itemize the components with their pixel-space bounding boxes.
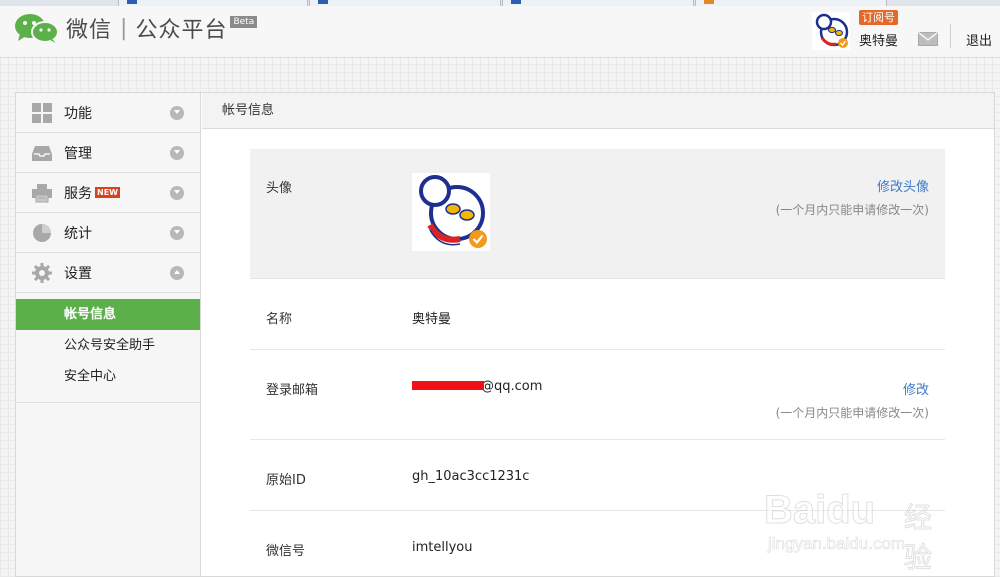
- sidebar-item-services[interactable]: 服务 NEW: [16, 173, 200, 213]
- sidebar-item-manage[interactable]: 管理: [16, 133, 200, 173]
- chevron-down-icon[interactable]: [170, 146, 184, 160]
- change-avatar-link[interactable]: 修改头像: [877, 180, 929, 195]
- wechat-id-row: 微信号 imtellyou: [250, 511, 945, 577]
- sidebar-item-label: 服务: [64, 185, 92, 202]
- chevron-down-icon[interactable]: [170, 186, 184, 200]
- name-label: 名称: [266, 312, 293, 327]
- redaction-mark: [412, 381, 484, 390]
- avatar-actions: 修改头像 (一个月内只能申请修改一次): [776, 176, 929, 218]
- sidebar-item-label: 设置: [64, 265, 92, 282]
- grid-icon: [32, 102, 52, 123]
- user-name[interactable]: 奥特曼: [859, 30, 898, 49]
- name-value: 奥特曼: [412, 312, 452, 327]
- avatar-label: 头像: [266, 181, 293, 196]
- content-panel: 帐号信息 头像 修改头像 (一个月内只能申请修改一次) 名称 奥特曼 登录邮箱 …: [202, 93, 994, 576]
- main-frame: 功能 管理 服务 NEW 统计 设置 帐号信息 公众号安全助手 安全中心 帐号信…: [15, 92, 995, 577]
- chevron-up-icon[interactable]: [170, 266, 184, 280]
- sidebar-item-functions[interactable]: 功能: [16, 93, 200, 133]
- original-id-value: gh_10ac3cc1231c: [412, 469, 530, 484]
- email-suffix: @qq.com: [481, 379, 543, 394]
- sidebar-item-label: 管理: [64, 145, 92, 162]
- logo-separator: |: [120, 15, 128, 41]
- email-row: 登录邮箱 @qq.com 修改 (一个月内只能申请修改一次): [250, 350, 945, 440]
- sidebar-subitem-security-center[interactable]: 安全中心: [16, 361, 200, 392]
- original-id-row: 原始ID gh_10ac3cc1231c: [250, 440, 945, 511]
- email-value: @qq.com: [412, 379, 542, 394]
- beta-badge: Beta: [230, 16, 258, 28]
- printer-icon: [32, 183, 52, 202]
- logo-title: 微信: [66, 18, 113, 43]
- logo-subtitle: 公众平台: [135, 18, 228, 43]
- chevron-down-icon[interactable]: [170, 226, 184, 240]
- top-header: 微信 | 公众平台 Beta 订阅号 奥特曼 退出: [0, 6, 1000, 58]
- account-avatar: [412, 173, 490, 251]
- header-divider: [950, 24, 951, 48]
- sidebar-subitem-account-info[interactable]: 帐号信息: [16, 299, 200, 330]
- user-avatar[interactable]: [812, 12, 850, 50]
- avatar-row: 头像 修改头像 (一个月内只能申请修改一次): [250, 149, 945, 279]
- name-row: 名称 奥特曼: [250, 279, 945, 350]
- inbox-icon: [32, 145, 52, 161]
- new-badge: NEW: [95, 187, 120, 198]
- wechat-logo-icon: [15, 14, 59, 43]
- pie-chart-icon: [33, 223, 51, 242]
- chevron-down-icon[interactable]: [170, 106, 184, 120]
- page-title: 帐号信息: [202, 93, 994, 129]
- avatar-change-note: (一个月内只能申请修改一次): [775, 203, 929, 217]
- email-change-note: (一个月内只能申请修改一次): [775, 406, 929, 420]
- sidebar-item-label: 统计: [64, 225, 92, 242]
- email-actions: 修改 (一个月内只能申请修改一次): [776, 379, 929, 421]
- logout-link[interactable]: 退出: [966, 30, 992, 49]
- settings-submenu: 帐号信息 公众号安全助手 安全中心: [16, 299, 200, 403]
- change-email-link[interactable]: 修改: [903, 383, 929, 398]
- mail-icon[interactable]: [918, 32, 938, 46]
- sidebar: 功能 管理 服务 NEW 统计 设置 帐号信息 公众号安全助手 安全中心: [16, 93, 201, 576]
- email-label: 登录邮箱: [266, 383, 319, 398]
- gear-icon: [32, 262, 52, 283]
- logo[interactable]: 微信 | 公众平台 Beta: [14, 12, 258, 44]
- sidebar-item-settings[interactable]: 设置: [16, 253, 200, 293]
- account-info-table: 头像 修改头像 (一个月内只能申请修改一次) 名称 奥特曼 登录邮箱 @qq.c…: [250, 149, 945, 577]
- sidebar-subitem-security-assistant[interactable]: 公众号安全助手: [16, 330, 200, 361]
- sidebar-item-statistics[interactable]: 统计: [16, 213, 200, 253]
- wechat-id-label: 微信号: [266, 544, 306, 559]
- original-id-label: 原始ID: [266, 473, 306, 488]
- sidebar-item-label: 功能: [64, 105, 92, 122]
- account-type-badge: 订阅号: [859, 10, 898, 25]
- wechat-id-value: imtellyou: [412, 540, 473, 555]
